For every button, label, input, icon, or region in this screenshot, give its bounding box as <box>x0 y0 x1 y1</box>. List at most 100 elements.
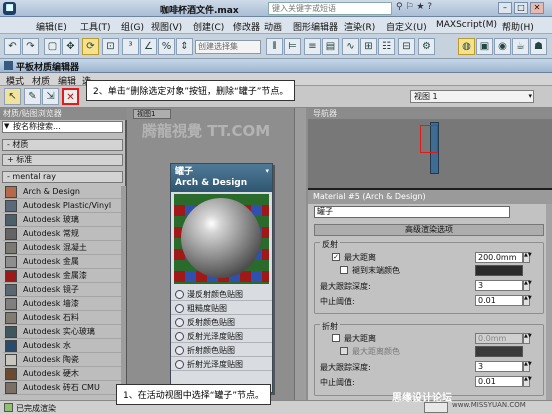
slot-connector-icon[interactable] <box>175 332 184 341</box>
slot-connector-icon[interactable] <box>175 360 184 369</box>
node-input-slot[interactable]: 粗糙度贴图 <box>171 302 272 315</box>
reflection-max-distance-spinner[interactable]: ▲▼ <box>523 252 532 263</box>
search-help-icon[interactable]: ⚲ ⚐ ★ ? <box>396 2 432 12</box>
reflection-max-distance-input[interactable]: 200.0mm <box>475 252 523 263</box>
node-header[interactable]: 罐子 Arch & Design <box>171 164 272 192</box>
reflection-fade-color-swatch[interactable] <box>475 265 523 276</box>
material-list-item[interactable]: Autodesk 实心玻璃 <box>3 325 122 339</box>
selection-set-dropdown[interactable]: 创建选择集 <box>195 40 261 54</box>
slot-connector-icon[interactable] <box>175 318 184 327</box>
maximize-button[interactable]: □ <box>514 2 528 14</box>
app-logo-icon[interactable]: ■ <box>3 2 16 15</box>
menu-tools[interactable]: 工具(T) <box>80 20 111 33</box>
minimize-button[interactable]: – <box>498 2 512 14</box>
material-list-item[interactable]: Arch & Design <box>3 185 122 199</box>
browser-scrollbar[interactable] <box>121 186 126 398</box>
node-input-slot[interactable]: 反射光泽度贴图 <box>171 330 272 343</box>
select-icon[interactable]: ▢ <box>44 38 61 55</box>
browser-search-input[interactable]: 按名称搜索... <box>2 121 123 133</box>
node-input-slot[interactable]: 漫反射颜色贴图 <box>171 288 272 301</box>
curve-editor-icon[interactable]: ∿ <box>342 38 359 55</box>
menu-graph-editors[interactable]: 图形编辑器 <box>293 20 338 33</box>
snap-3-icon[interactable]: ³ <box>122 38 139 55</box>
pick-material-icon[interactable]: ✎ <box>24 88 41 105</box>
reflection-max-trace-spinner[interactable]: ▲▼ <box>523 280 532 291</box>
menu-help[interactable]: 帮助(H) <box>502 20 534 33</box>
view-tab[interactable]: 视图1 <box>133 109 171 119</box>
node-input-slot[interactable]: 折射光泽度贴图 <box>171 358 272 371</box>
move-icon[interactable]: ✥ <box>62 38 79 55</box>
material-list-item[interactable]: Autodesk 金属漆 <box>3 269 122 283</box>
close-button[interactable]: ✕ <box>530 2 544 14</box>
select-tool-icon[interactable]: ↖ <box>4 88 21 105</box>
undo-icon[interactable]: ↶ <box>4 38 21 55</box>
menu-rendering[interactable]: 渲染(R) <box>344 20 375 33</box>
app-search-input[interactable]: 键入关键字或短语 <box>268 2 392 15</box>
material-list-item[interactable]: Autodesk 金属 <box>3 255 122 269</box>
menu-group[interactable]: 组(G) <box>121 20 144 33</box>
node-input-slot[interactable]: 反射颜色贴图 <box>171 316 272 329</box>
refraction-cutoff-spinner[interactable]: ▲▼ <box>523 376 532 387</box>
material-list-item[interactable]: Autodesk Plastic/Vinyl <box>3 199 122 213</box>
render-icon[interactable]: ◉ <box>494 38 511 55</box>
node-collapse-icon[interactable]: ▾ <box>265 167 269 175</box>
material-list-item[interactable]: Autodesk 水 <box>3 339 122 353</box>
category-materials[interactable]: - 材质 <box>2 139 123 151</box>
category-mental-ray[interactable]: - mental ray <box>2 171 123 183</box>
material-list-item[interactable]: Autodesk 混凝土 <box>3 241 122 255</box>
material-list-item[interactable]: Autodesk 硬木 <box>3 367 122 381</box>
assign-material-icon[interactable]: ⇲ <box>42 88 59 105</box>
refraction-fade-color-swatch[interactable] <box>475 346 523 357</box>
reflection-fade-checkbox[interactable] <box>340 266 348 274</box>
refraction-max-distance-checkbox[interactable] <box>332 334 340 342</box>
dope-sheet-icon[interactable]: ⊟ <box>398 38 415 55</box>
material-name-field[interactable]: 罐子 <box>314 206 510 218</box>
render-last-icon[interactable]: ☗ <box>530 38 547 55</box>
material-list-item[interactable]: Autodesk 镜子 <box>3 283 122 297</box>
node-input-slot[interactable]: 折射颜色贴图 <box>171 344 272 357</box>
graph-icon[interactable]: ☷ <box>378 38 395 55</box>
scale-icon[interactable]: ⊡ <box>102 38 119 55</box>
refraction-max-distance-spinner[interactable]: ▲▼ <box>523 333 532 344</box>
refraction-cutoff-input[interactable]: 0.01 <box>475 376 523 387</box>
menu-edit[interactable]: 编辑(E) <box>36 20 67 33</box>
slot-connector-icon[interactable] <box>175 304 184 313</box>
view-dropdown[interactable]: 视图 1 ▾ <box>410 90 534 103</box>
delete-selected-button[interactable]: ✕ <box>62 88 79 105</box>
refraction-max-trace-spinner[interactable]: ▲▼ <box>523 361 532 372</box>
material-list-item[interactable]: Autodesk 砖石 CMU <box>3 381 122 395</box>
menu-animation[interactable]: 动画 <box>264 20 282 33</box>
redo-icon[interactable]: ↷ <box>22 38 39 55</box>
render-setup-icon[interactable]: ⚙ <box>418 38 435 55</box>
material-list-item[interactable]: Autodesk 墙漆 <box>3 297 122 311</box>
menu-modifiers[interactable]: 修改器 <box>233 20 260 33</box>
reflection-cutoff-spinner[interactable]: ▲▼ <box>523 295 532 306</box>
layer2-icon[interactable]: ▤ <box>322 38 339 55</box>
refraction-fade-checkbox[interactable] <box>340 347 348 355</box>
reflection-max-trace-input[interactable]: 3 <box>475 280 523 291</box>
reflection-cutoff-input[interactable]: 0.01 <box>475 295 523 306</box>
rotate-icon[interactable]: ⟳ <box>82 38 99 55</box>
menu-maxscript[interactable]: MAXScript(M) <box>436 20 497 30</box>
menu-customize[interactable]: 自定义(U) <box>386 20 427 33</box>
expand-icon[interactable]: ▼ <box>4 122 9 130</box>
view-scrollbar[interactable] <box>294 108 306 400</box>
material-list-item[interactable]: Autodesk 石料 <box>3 311 122 325</box>
reflection-max-distance-checkbox[interactable]: ✓ <box>332 253 340 261</box>
material-list-item[interactable]: Autodesk 常规 <box>3 227 122 241</box>
percent-snap-icon[interactable]: % <box>158 38 175 55</box>
refraction-max-distance-input[interactable]: 0.0mm <box>475 333 523 344</box>
slot-connector-icon[interactable] <box>175 346 184 355</box>
material-node-jar[interactable]: 罐子 Arch & Design ▾ 漫反射颜色贴图 粗糙度贴图 反射颜色贴图 反射光… <box>170 163 273 393</box>
slot-connector-icon[interactable] <box>175 290 184 299</box>
params-scrollbar[interactable] <box>546 204 552 400</box>
navigator-view-box[interactable] <box>420 125 438 153</box>
layer-icon[interactable]: ≡ <box>304 38 321 55</box>
material-list-item[interactable]: Autodesk 陶瓷 <box>3 353 122 367</box>
material-editor-icon[interactable]: ◍ <box>458 38 475 55</box>
render-active-icon[interactable]: ☕ <box>512 38 529 55</box>
menu-views[interactable]: 视图(V) <box>151 20 182 33</box>
angle-snap-icon[interactable]: ∠ <box>140 38 157 55</box>
category-standard[interactable]: + 标准 <box>2 154 123 166</box>
mirror-icon[interactable]: ⫴ <box>266 38 283 55</box>
